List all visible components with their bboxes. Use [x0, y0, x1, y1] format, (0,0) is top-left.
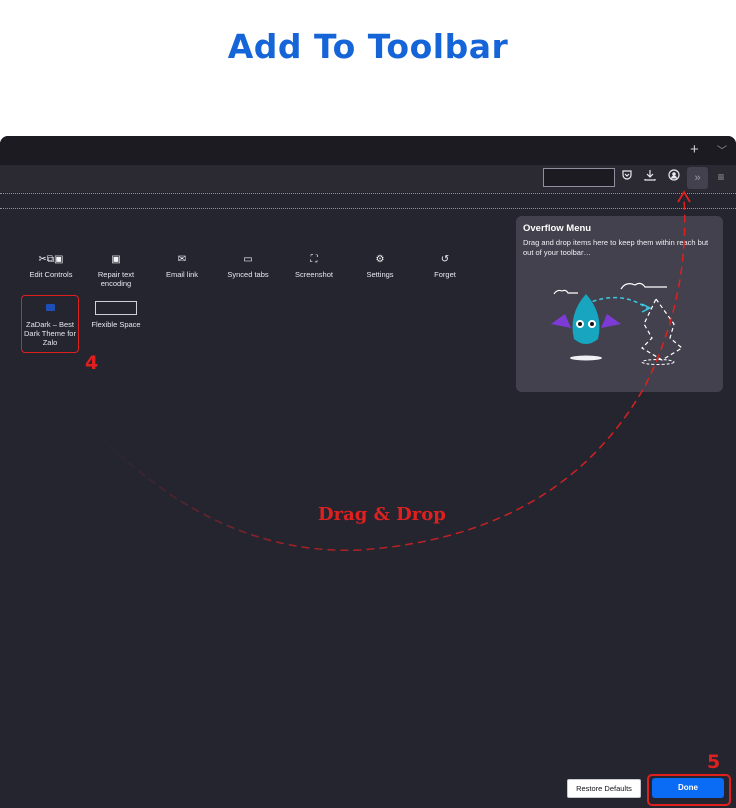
done-button[interactable]: Done	[652, 778, 724, 798]
drag-drop-label: Drag & Drop	[318, 504, 446, 525]
step-number-5: 5	[707, 751, 721, 773]
customize-toolbar-window: + ﹀ » ≡ ✂⧉▣ Edit Controls ▣ Repair text …	[0, 136, 736, 808]
restore-defaults-button[interactable]: Restore Defaults	[567, 779, 641, 798]
page-title: Add To Toolbar	[227, 27, 509, 66]
tutorial-header: Add To Toolbar	[0, 0, 736, 136]
drag-drop-arrow	[99, 190, 691, 552]
